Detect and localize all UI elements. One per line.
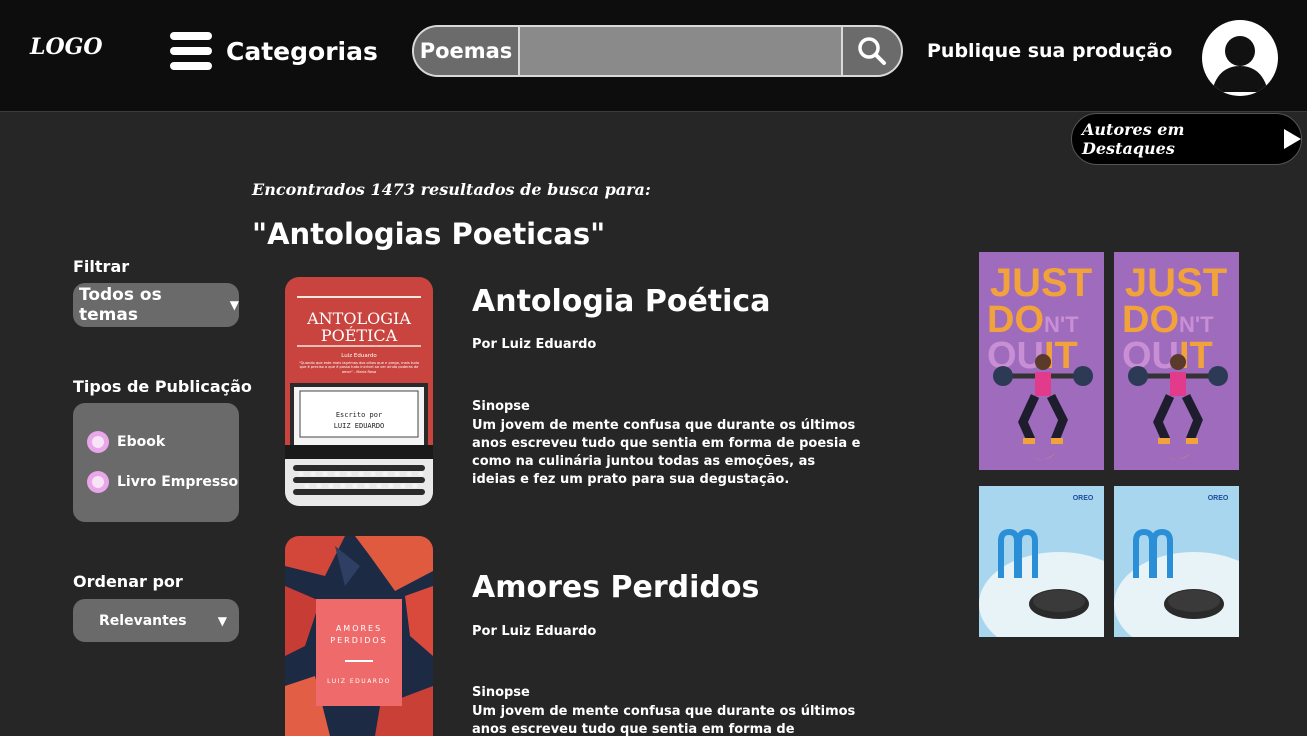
- user-icon: [1212, 36, 1268, 92]
- nike-ad-art: JUST DON'T QUIT: [979, 252, 1104, 470]
- radio-ebook-label: Ebook: [117, 434, 166, 450]
- svg-text:OREO: OREO: [1208, 495, 1229, 502]
- cover-title-line1: AMORES: [336, 624, 382, 633]
- book-cover[interactable]: ANTOLOGIA POÉTICA Luiz Eduardo "Quando q…: [285, 277, 433, 506]
- book-cover-art: ANTOLOGIA POÉTICA Luiz Eduardo "Quando q…: [285, 277, 433, 506]
- ad-banner-oreo[interactable]: OREO: [1114, 486, 1239, 637]
- radio-printed-book-label: Livro Empresso: [117, 474, 239, 490]
- play-icon: [1284, 129, 1301, 149]
- book-cover-art: AMORES PERDIDOS LUIZ EDUARDO: [285, 536, 433, 736]
- featured-authors-label: Autores em Destaques: [1082, 120, 1185, 158]
- search-icon: [858, 37, 886, 65]
- chevron-down-icon: ▼: [229, 298, 239, 312]
- cover-title-line2: PERDIDOS: [330, 636, 388, 645]
- filter-label: Filtrar: [73, 257, 130, 276]
- theme-filter-value: Todos os temas: [79, 285, 162, 325]
- svg-text:OREO: OREO: [1073, 495, 1094, 502]
- synopsis-label: Sinopse: [472, 685, 530, 700]
- categories-button[interactable]: Categorias: [170, 32, 378, 70]
- synopsis-label: Sinopse: [472, 399, 530, 414]
- book-title[interactable]: Amores Perdidos: [472, 570, 759, 605]
- cover-quote: "Quando que este mais lagrimas dos olhos…: [298, 361, 420, 374]
- cover-typed-line1: Escrito por: [336, 411, 382, 419]
- publish-link[interactable]: Publique sua produção: [927, 40, 1172, 62]
- top-header: LOGO Categorias Poemas Publique sua prod…: [0, 0, 1307, 112]
- chevron-down-icon: ▼: [217, 613, 227, 628]
- book-cover[interactable]: AMORES PERDIDOS LUIZ EDUARDO: [285, 536, 433, 736]
- order-by-value: Relevantes: [99, 612, 187, 629]
- publication-types-label: Tipos de Publicação: [73, 377, 252, 396]
- book-author[interactable]: Por Luiz Eduardo: [472, 624, 596, 639]
- synopsis-text: Um jovem de mente confusa que durante os…: [472, 704, 856, 736]
- search-bar: Poemas: [412, 25, 903, 77]
- categories-label: Categorias: [226, 36, 378, 66]
- order-by-select[interactable]: Relevantes ▼: [73, 599, 239, 642]
- publication-types-panel: Ebook Livro Empresso: [73, 403, 239, 522]
- cover-title-line2: POÉTICA: [321, 325, 398, 345]
- radio-printed-book[interactable]: Livro Empresso: [87, 471, 238, 493]
- oreo-ad-art: OREO: [979, 486, 1104, 637]
- oreo-ad-art: OREO: [1114, 486, 1239, 637]
- radio-circle-icon: [87, 471, 109, 493]
- hamburger-icon: [170, 32, 212, 70]
- book-title[interactable]: Antologia Poética: [472, 284, 770, 319]
- ad-banner-nike[interactable]: JUST DON'T QUIT: [1114, 252, 1239, 470]
- ad-banner-oreo[interactable]: OREO: [979, 486, 1104, 637]
- user-avatar[interactable]: [1202, 20, 1278, 96]
- synopsis-text: Um jovem de mente confusa que durante os…: [472, 418, 861, 487]
- search-button[interactable]: [841, 27, 901, 75]
- search-query: "Antologias Poeticas": [252, 217, 606, 251]
- logo[interactable]: LOGO: [30, 34, 103, 60]
- cover-author: LUIZ EDUARDO: [327, 678, 391, 685]
- ad-banner-nike[interactable]: JUST DON'T QUIT: [979, 252, 1104, 470]
- search-input[interactable]: [520, 27, 841, 75]
- radio-ebook[interactable]: Ebook: [87, 431, 165, 453]
- search-type-select[interactable]: Poemas: [414, 27, 520, 75]
- theme-filter-select[interactable]: Todos os temas ▼: [73, 283, 239, 327]
- nike-ad-art: JUST DON'T QUIT: [1114, 252, 1239, 470]
- order-by-label: Ordenar por: [73, 572, 183, 591]
- cover-typed-line2: LUIZ EDUARDO: [334, 422, 385, 430]
- featured-authors-button[interactable]: Autores em Destaques: [1071, 113, 1302, 165]
- results-count: Encontrados 1473 resultados de busca par…: [252, 180, 651, 199]
- radio-circle-icon: [87, 431, 109, 453]
- book-author[interactable]: Por Luiz Eduardo: [472, 337, 596, 352]
- cover-subtitle: Luiz Eduardo: [341, 353, 377, 359]
